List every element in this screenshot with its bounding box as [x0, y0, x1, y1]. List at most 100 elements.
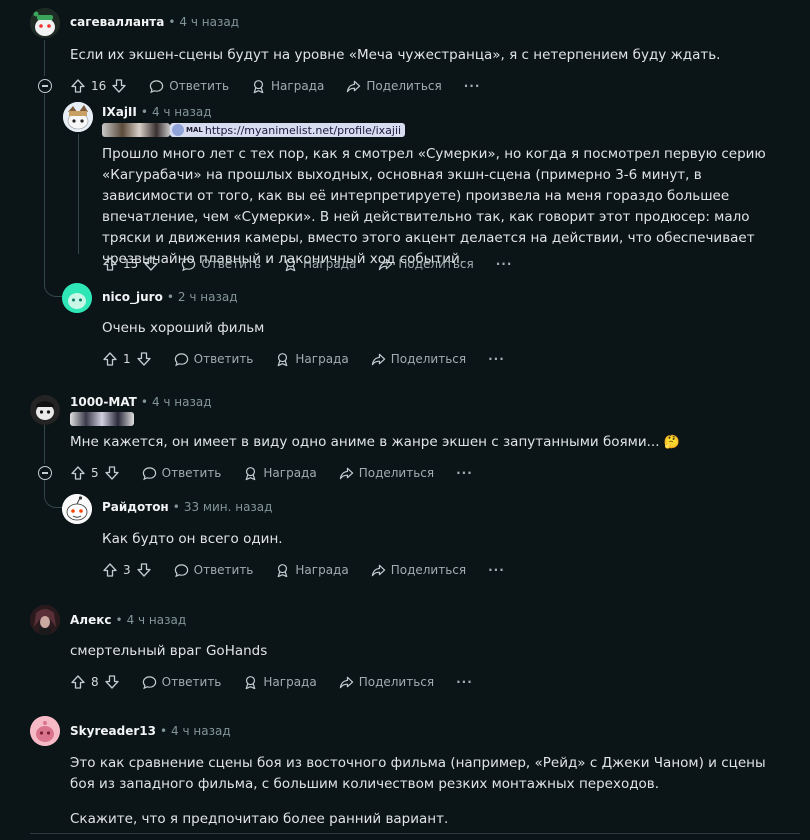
collapse-thread-icon[interactable]: [38, 79, 52, 93]
more-options-icon[interactable]: ···: [496, 257, 513, 271]
downvote-icon[interactable]: [104, 465, 120, 481]
comment-actions: 1 Ответить Награда Поделиться ···: [102, 349, 505, 369]
award-label: Награда: [263, 466, 317, 480]
comment-time[interactable]: 4 ч назад: [152, 105, 212, 119]
share-button[interactable]: Поделиться: [371, 563, 466, 578]
downvote-icon[interactable]: [136, 562, 152, 578]
share-button[interactable]: Поделиться: [339, 675, 434, 690]
thread-elbow: [44, 480, 63, 508]
snoo-avatar-icon: [63, 102, 93, 132]
share-label: Поделиться: [390, 563, 467, 577]
comment-actions: 15 Ответить Награда Поделиться ···: [102, 254, 512, 274]
award-button[interactable]: Награда: [243, 466, 317, 481]
vote-group: 15: [102, 256, 159, 272]
comment-author[interactable]: Skyreader13: [70, 724, 156, 738]
flair-avatar-icon: [172, 124, 184, 136]
avatar[interactable]: [30, 395, 60, 425]
share-label: Поделиться: [358, 675, 435, 689]
comment-author[interactable]: 1000-MAT: [70, 395, 137, 409]
reply-button[interactable]: Ответить: [174, 563, 254, 578]
comment-time[interactable]: 2 ч назад: [178, 290, 238, 304]
comment-author[interactable]: сагевалланта: [70, 15, 164, 29]
award-button[interactable]: Награда: [275, 352, 349, 367]
avatar[interactable]: [30, 8, 60, 38]
upvote-icon[interactable]: [102, 562, 118, 578]
share-label: Поделиться: [366, 79, 442, 93]
award-icon: [285, 257, 296, 271]
vote-count: 1: [123, 352, 131, 366]
comment-icon: [150, 79, 164, 93]
share-label: Поделиться: [358, 466, 435, 480]
award-label: Награда: [303, 257, 357, 271]
reply-button[interactable]: Ответить: [142, 466, 221, 481]
more-options-icon[interactable]: ···: [488, 352, 505, 366]
thread-elbow: [44, 279, 63, 297]
downvote-icon[interactable]: [111, 78, 127, 94]
upvote-icon[interactable]: [70, 78, 86, 94]
comment-time[interactable]: 4 ч назад: [171, 724, 231, 738]
comment-meta: Skyreader13 • 4 ч назад: [70, 724, 231, 738]
reply-button[interactable]: Ответить: [174, 352, 253, 367]
collapse-thread-icon[interactable]: [38, 466, 52, 480]
comment-author[interactable]: nico_juro: [102, 290, 163, 304]
downvote-icon[interactable]: [136, 351, 152, 367]
more-options-icon[interactable]: ···: [464, 79, 481, 93]
snoo-avatar-icon: [62, 494, 92, 524]
share-label: Поделиться: [390, 352, 467, 366]
share-icon: [371, 564, 385, 576]
more-options-icon[interactable]: ···: [456, 675, 473, 689]
award-label: Награда: [295, 352, 349, 366]
thinking-emoji-icon: 🤔: [663, 435, 680, 450]
share-button[interactable]: Поделиться: [339, 466, 434, 481]
share-button[interactable]: Поделиться: [371, 352, 466, 367]
avatar[interactable]: [30, 716, 60, 746]
comment-author[interactable]: Алекс: [70, 613, 111, 627]
comment-time[interactable]: 4 ч назад: [127, 613, 187, 627]
reply-button[interactable]: Ответить: [181, 257, 261, 272]
upvote-icon[interactable]: [102, 351, 118, 367]
award-button[interactable]: Награда: [275, 563, 349, 578]
avatar[interactable]: [62, 494, 92, 524]
comment-time[interactable]: 4 ч назад: [152, 395, 212, 409]
avatar[interactable]: [63, 102, 93, 132]
reply-label: Ответить: [169, 79, 230, 93]
award-button[interactable]: Награда: [251, 79, 324, 94]
comment-author[interactable]: IXajII: [102, 105, 137, 119]
comment-meta: Райдотон • 33 мин. назад: [102, 500, 273, 514]
upvote-icon[interactable]: [102, 256, 118, 272]
comment-icon: [174, 563, 188, 577]
upvote-icon[interactable]: [70, 465, 86, 481]
reply-label: Ответить: [193, 563, 254, 577]
more-options-icon[interactable]: ···: [456, 466, 473, 480]
comment-time[interactable]: 33 мин. назад: [184, 500, 273, 514]
flair-link[interactable]: https://myanimelist.net/profile/ixajii: [205, 124, 401, 137]
share-button[interactable]: Поделиться: [346, 79, 442, 94]
comment-meta: nico_juro • 2 ч назад: [102, 290, 238, 304]
avatar[interactable]: [62, 283, 92, 313]
reply-button[interactable]: Ответить: [149, 79, 229, 94]
snoo-avatar-icon: [30, 395, 60, 425]
comment-actions: 5 Ответить Награда Поделиться ···: [70, 463, 473, 483]
share-button[interactable]: Поделиться: [378, 257, 474, 272]
comment-actions: 3 Ответить Награда Поделиться ···: [102, 560, 505, 580]
award-button[interactable]: Награда: [243, 675, 317, 690]
comment-time[interactable]: 4 ч назад: [179, 15, 239, 29]
comment-author[interactable]: Райдотон: [102, 500, 169, 514]
comment-body: Мне кажется, он имеет в виду одно аниме …: [70, 432, 790, 453]
award-icon: [246, 466, 256, 480]
downvote-icon[interactable]: [104, 674, 120, 690]
avatar[interactable]: [30, 605, 60, 635]
comment-icon: [142, 675, 156, 689]
snoo-avatar-icon: [30, 716, 60, 746]
thread-line: [44, 424, 45, 464]
reply-button[interactable]: Ответить: [142, 675, 221, 690]
upvote-icon[interactable]: [70, 674, 86, 690]
downvote-icon[interactable]: [143, 256, 159, 272]
award-button[interactable]: Награда: [283, 257, 356, 272]
more-options-icon[interactable]: ···: [488, 563, 505, 577]
comment-icon: [142, 466, 156, 480]
user-flair[interactable]: MAL https://myanimelist.net/profile/ixaj…: [170, 123, 406, 137]
comment-actions: 16 Ответить Награда Поделиться ···: [70, 76, 480, 96]
award-label: Награда: [271, 79, 325, 93]
comment-body: Это как сравнение сцены боя из восточног…: [70, 755, 766, 792]
